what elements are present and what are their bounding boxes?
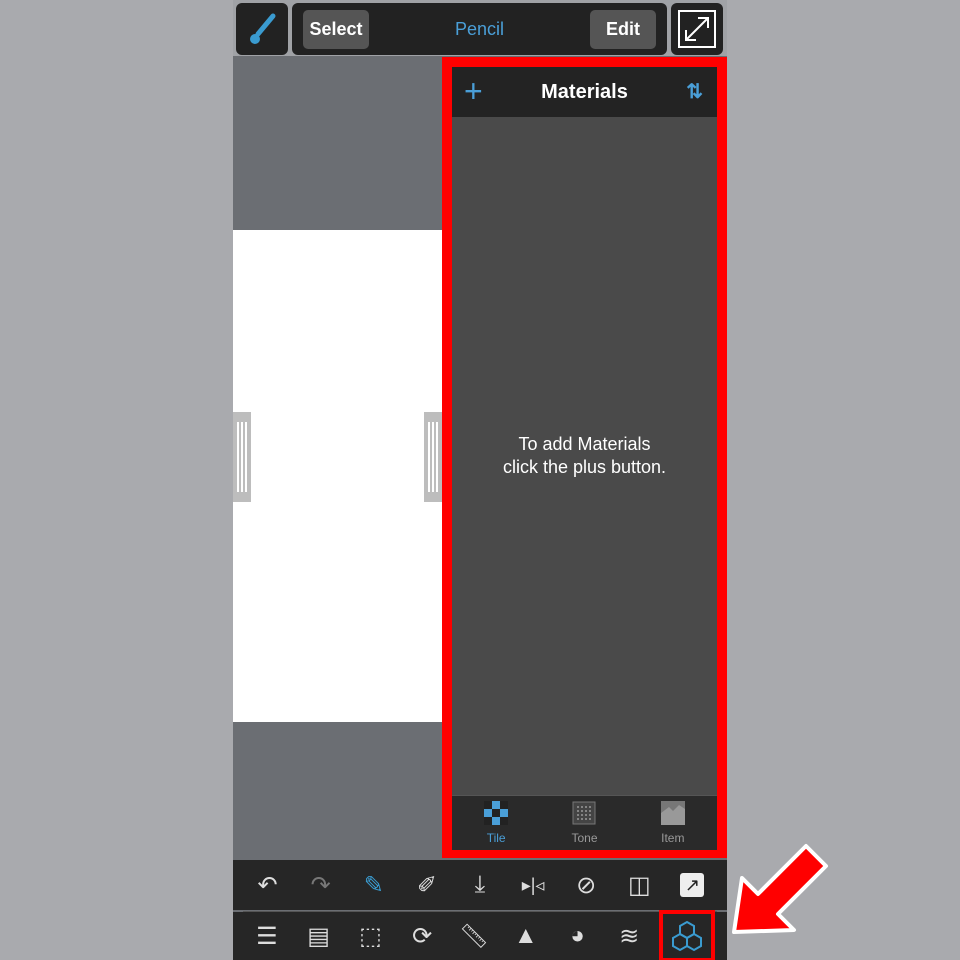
tool-row-2: ☰ ▤ ⬚ ⟳ 📏︎ ▲ ◕ ≋ (233, 910, 727, 960)
rotation-lock-icon[interactable]: ⊘ (568, 867, 604, 903)
pages-icon[interactable]: ▤ (301, 918, 337, 954)
mirror-icon[interactable]: ▸|◃ (515, 867, 551, 903)
expand-icon (678, 10, 716, 48)
pointer-arrow (732, 844, 828, 934)
tile-icon (484, 801, 509, 825)
fullscreen-button[interactable] (671, 3, 723, 55)
tab-item-label: Item (661, 831, 685, 845)
eraser-canvas-icon[interactable]: ◫ (621, 867, 657, 903)
palette-icon[interactable]: ◕ (559, 918, 595, 954)
tab-tone[interactable]: Tone (540, 796, 628, 850)
sort-icon[interactable]: ⇅ (686, 79, 703, 104)
eyedropper-icon[interactable]: ✐ (409, 867, 445, 903)
materials-title: Materials (541, 80, 628, 103)
top-toolbar: Select Pencil Edit (233, 0, 727, 56)
materials-icon[interactable] (659, 910, 715, 960)
left-drag-handle[interactable] (233, 412, 251, 502)
tool-bar: Select Pencil Edit (292, 3, 667, 55)
select-button[interactable]: Select (303, 10, 369, 49)
canvas-page[interactable] (233, 230, 442, 722)
materials-list: To add Materials click the plus button. (452, 117, 717, 795)
redo-icon[interactable]: ↷ (303, 867, 339, 903)
current-tool-name[interactable]: Pencil (412, 19, 547, 40)
right-drag-handle[interactable] (424, 412, 442, 502)
empty-message-line2: click the plus button. (502, 457, 667, 477)
fill-icon[interactable]: ▲ (508, 918, 544, 954)
brush-transform-icon[interactable]: ✎ (356, 867, 392, 903)
item-icon (660, 801, 685, 825)
tab-tile[interactable]: Tile (452, 796, 540, 850)
layers-icon[interactable]: ≋ (611, 918, 647, 954)
brush-tool-button[interactable] (236, 3, 288, 55)
materials-header: + Materials ⇅ (452, 67, 717, 117)
selection-icon[interactable]: ⬚ (352, 918, 388, 954)
tab-item[interactable]: Item (629, 796, 717, 850)
undo-icon[interactable]: ↶ (250, 867, 286, 903)
ruler-icon[interactable]: 📏︎ (456, 918, 492, 954)
tab-tile-label: Tile (486, 831, 506, 845)
edit-button[interactable]: Edit (590, 10, 656, 49)
empty-message-line1: To add Materials (518, 434, 651, 454)
tab-tone-label: Tone (571, 831, 598, 845)
rotate-icon[interactable]: ⟳ (404, 918, 440, 954)
add-material-button[interactable]: + (464, 73, 483, 110)
brush-icon (250, 13, 276, 44)
tone-icon (572, 801, 596, 825)
download-icon[interactable]: ⤓ (462, 867, 498, 903)
share-icon[interactable]: ↗ (674, 867, 710, 903)
cubes-icon (672, 920, 702, 952)
menu-icon[interactable]: ☰ (249, 918, 285, 954)
tool-row-1: ↶ ↷ ✎ ✐ ⤓ ▸|◃ ⊘ ◫ ↗ (233, 860, 727, 910)
materials-tabs: Tile Tone Item (452, 795, 717, 850)
